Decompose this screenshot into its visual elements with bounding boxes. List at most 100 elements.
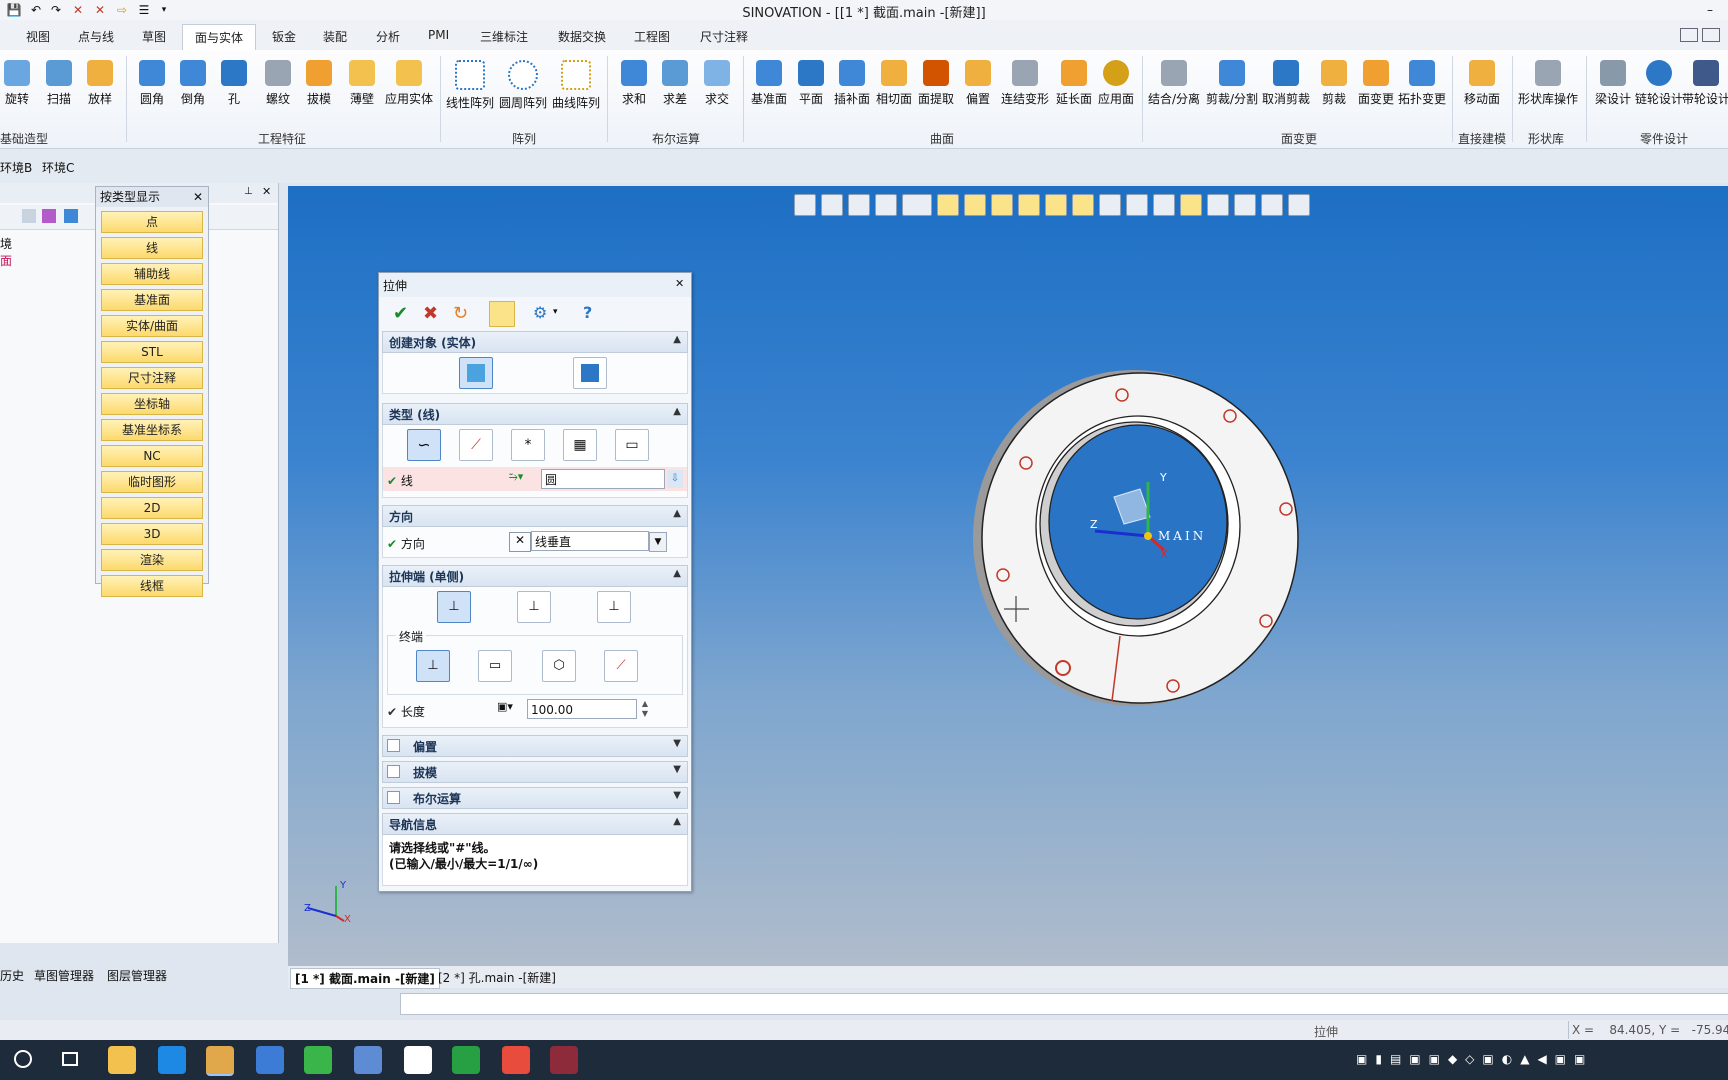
length-picker-icon[interactable]: ▣▾ <box>497 700 525 718</box>
tab-layer-manager[interactable]: 图层管理器 <box>107 967 167 984</box>
offset-button[interactable]: 偏置 <box>958 58 998 107</box>
cancel-icon[interactable]: ✖ <box>423 303 438 324</box>
section-create-object[interactable]: 创建对象 (实体) ▲ <box>382 331 688 353</box>
terminal-face-button[interactable]: ▭ <box>478 650 512 682</box>
connect-deform-button[interactable]: 连结变形 <box>1001 58 1049 107</box>
expand-icon[interactable]: ▼ <box>673 738 681 749</box>
type-line-button[interactable]: 线 <box>101 237 203 259</box>
direction-picker-icon[interactable]: ✕ <box>509 532 531 552</box>
apply-icon[interactable]: ↻ <box>453 303 468 324</box>
terminal-length-button[interactable]: ⊥ <box>416 650 450 682</box>
file-explorer-icon[interactable] <box>108 1046 136 1074</box>
type-aux-line-button[interactable]: 辅助线 <box>101 263 203 285</box>
env-tab-b[interactable]: 环境B <box>0 159 32 176</box>
tree-item[interactable]: 面 <box>0 252 12 269</box>
face-change-button[interactable]: 面变更 <box>1356 58 1396 107</box>
shell-button[interactable]: 薄壁 <box>342 58 382 107</box>
preview-icon[interactable] <box>489 301 515 327</box>
terminal-point-button[interactable]: ⟋ <box>604 650 638 682</box>
untrim-button[interactable]: 取消剪裁 <box>1262 58 1310 107</box>
close-icon[interactable]: ✕ <box>675 277 684 290</box>
tab-sketch[interactable]: 草图 <box>142 28 166 45</box>
line-field[interactable]: 圆 <box>541 469 665 489</box>
minimize-icon[interactable]: – <box>1702 2 1718 18</box>
layout-icon[interactable] <box>1680 28 1698 42</box>
app-2-icon[interactable] <box>404 1046 432 1074</box>
tab-dimension[interactable]: 尺寸注释 <box>700 28 748 45</box>
tab-data-exchange[interactable]: 数据交换 <box>558 28 606 45</box>
direction-field[interactable]: 线垂直 <box>531 531 649 551</box>
gear-icon[interactable]: ⚙ <box>533 303 547 322</box>
tree-item[interactable]: 境 <box>0 235 12 252</box>
app-icon[interactable] <box>354 1046 382 1074</box>
filter-icon[interactable] <box>22 209 36 223</box>
wechat-icon[interactable] <box>304 1046 332 1074</box>
direction-dropdown-icon[interactable]: ▼ <box>649 532 667 552</box>
visio-icon[interactable] <box>256 1046 284 1074</box>
type-wireframe-button[interactable]: 线框 <box>101 575 203 597</box>
type-solid-surface-button[interactable]: 实体/曲面 <box>101 315 203 337</box>
type-2d-button[interactable]: 2D <box>101 497 203 519</box>
beam-design-button[interactable]: 梁设计 <box>1593 58 1633 107</box>
window-layout-icon[interactable] <box>1702 28 1720 42</box>
collapse-icon[interactable]: ▲ <box>673 406 681 417</box>
close-icon[interactable]: ✕ <box>262 185 271 198</box>
collapse-icon[interactable]: ▲ <box>673 568 681 579</box>
apply-face-button[interactable]: 应用面 <box>1096 58 1136 107</box>
tab-drawing[interactable]: 工程图 <box>634 28 670 45</box>
type-stl-button[interactable]: STL <box>101 341 203 363</box>
boolean-checkbox[interactable] <box>387 791 400 804</box>
length-spinner[interactable]: ▲ ▼ <box>639 699 651 719</box>
pin-icon[interactable]: ⊥ <box>244 186 253 197</box>
collapse-icon[interactable]: ▲ <box>673 816 681 827</box>
length-field[interactable]: 100.00 <box>527 699 637 719</box>
type-datum-csys-button[interactable]: 基准坐标系 <box>101 419 203 441</box>
section-draft[interactable]: 拔模 ▼ <box>382 761 688 783</box>
close-icon[interactable]: ✕ <box>193 187 203 207</box>
offset-checkbox[interactable] <box>387 739 400 752</box>
type-face-button[interactable]: ▦ <box>563 429 597 461</box>
env-tab-c[interactable]: 环境C <box>42 159 74 176</box>
camtasia-icon[interactable] <box>452 1046 480 1074</box>
type-temp-graphic-button[interactable]: 临时图形 <box>101 471 203 493</box>
doc-tab-section[interactable]: [1 *] 截面.main -[新建] <box>290 968 440 989</box>
tree-icon[interactable] <box>42 209 56 223</box>
section-offset[interactable]: 偏置 ▼ <box>382 735 688 757</box>
apply-solid-button[interactable]: 应用实体 <box>385 58 433 107</box>
reverse-icon[interactable]: ⇩ <box>667 470 683 488</box>
chevron-down-icon[interactable]: ▾ <box>553 307 558 317</box>
tab-pmi[interactable]: PMI <box>428 28 449 42</box>
sprocket-design-button[interactable]: 链轮设计 <box>1635 58 1683 107</box>
flange-model[interactable] <box>973 370 1299 706</box>
surface-object-button[interactable] <box>573 357 607 389</box>
ok-icon[interactable]: ✔ <box>393 303 408 324</box>
circular-pattern-button[interactable]: 圆周阵列 <box>499 58 547 111</box>
type-nc-button[interactable]: NC <box>101 445 203 467</box>
section-boolean[interactable]: 布尔运算 ▼ <box>382 787 688 809</box>
terminal-solid-button[interactable]: ⬡ <box>542 650 576 682</box>
intersect-button[interactable]: 求交 <box>697 58 737 107</box>
recorder-icon[interactable] <box>502 1046 530 1074</box>
type-point-button[interactable]: 点 <box>101 211 203 233</box>
tab-surface-solid[interactable]: 面与实体 <box>182 24 257 52</box>
search-icon[interactable] <box>14 1050 32 1068</box>
help-icon[interactable]: ? <box>583 303 592 322</box>
symmetric-button[interactable]: ⊥ <box>597 591 631 623</box>
draft-checkbox[interactable] <box>387 765 400 778</box>
display-icon[interactable] <box>64 209 78 223</box>
solid-object-button[interactable] <box>459 357 493 389</box>
type-curve-button[interactable]: ∽ <box>407 429 441 461</box>
search-app-icon[interactable] <box>206 1046 234 1076</box>
type-3d-button[interactable]: 3D <box>101 523 203 545</box>
edge-browser-icon[interactable] <box>158 1046 186 1074</box>
curve-pattern-button[interactable]: 曲线阵列 <box>552 58 600 111</box>
expand-icon[interactable]: ▼ <box>673 764 681 775</box>
tab-assembly[interactable]: 装配 <box>323 28 347 45</box>
collapse-icon[interactable]: ▲ <box>673 334 681 345</box>
line-picker-icon[interactable]: ⥲▾ <box>509 470 537 488</box>
tab-analysis[interactable]: 分析 <box>376 28 400 45</box>
tab-point-line[interactable]: 点与线 <box>78 28 114 45</box>
tab-history[interactable]: 历史 <box>0 967 24 984</box>
trim-split-button[interactable]: 剪裁/分割 <box>1206 58 1258 107</box>
system-tray[interactable]: ▣▮▤▣▣◆◇▣◐▲◀▣▣ <box>1356 1052 1696 1068</box>
